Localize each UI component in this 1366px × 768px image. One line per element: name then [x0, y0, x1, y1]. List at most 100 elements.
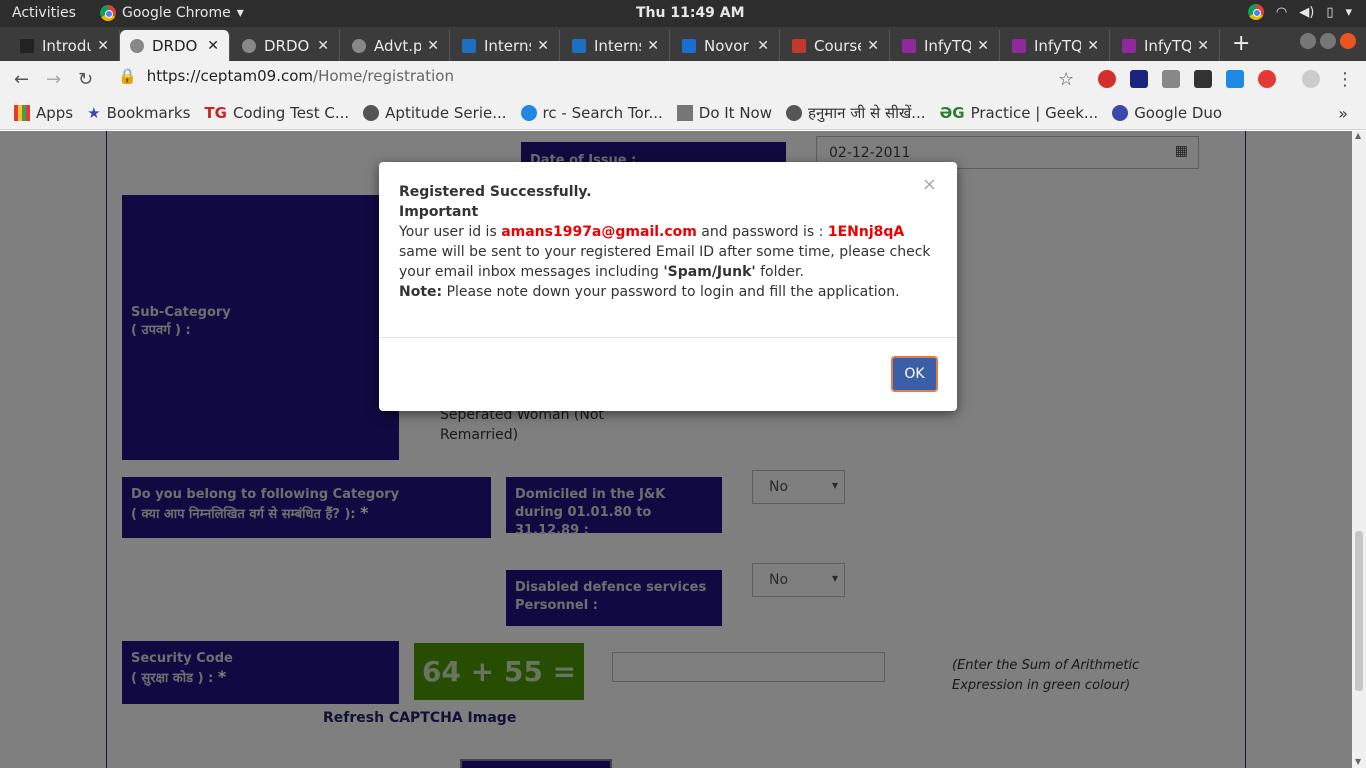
bookmark-bookmarks[interactable]: ★ Bookmarks [87, 104, 190, 122]
tab[interactable]: InfyTQ ✕ [1112, 30, 1220, 61]
infytq-icon [902, 38, 916, 53]
close-window-icon[interactable] [1340, 33, 1356, 49]
lock-icon: 🔒 [118, 67, 137, 85]
close-icon[interactable]: ✕ [97, 38, 109, 54]
tg-icon: TG [204, 104, 227, 122]
address-bar[interactable]: 🔒 https://ceptam09.com/Home/registration [118, 67, 454, 85]
wifi-icon: ◠ [1275, 4, 1288, 20]
chrome-icon [1247, 4, 1264, 20]
globe-icon [363, 105, 380, 121]
search-icon [520, 105, 537, 121]
bookmark-hanuman[interactable]: हनुमान जी से सीखें... [786, 103, 926, 123]
globe-icon [130, 38, 144, 53]
scroll-up-icon[interactable]: ▲ [1355, 131, 1361, 140]
window-controls [1300, 33, 1356, 49]
minimize-icon[interactable] [1300, 33, 1316, 49]
dialog-important: Important [399, 204, 479, 220]
globe-icon [352, 38, 366, 53]
forward-icon[interactable]: → [46, 69, 61, 90]
tab[interactable]: Course ✕ [782, 30, 890, 61]
close-icon[interactable]: ✕ [977, 38, 989, 54]
chevron-down-icon: ▾ [236, 5, 244, 21]
apps-grid-icon [14, 105, 30, 121]
tab-favicon-icon [20, 38, 34, 53]
navigation-bar: ← → ↻ 🔒 https://ceptam09.com/Home/registr… [0, 61, 1366, 97]
bookmark-folder[interactable]: Do It Now [676, 104, 772, 122]
credentials-line: Your user id is amans1997a@gmail.com and… [399, 224, 905, 240]
tab[interactable]: InfyTQ ✕ [1002, 30, 1110, 61]
tab[interactable]: InfyTQ ✕ [892, 30, 1000, 61]
dialog-footer-divider [379, 337, 957, 338]
notion-extension-icon[interactable] [1130, 70, 1148, 88]
battery-icon: ▯ [1326, 4, 1334, 20]
tab[interactable]: Advt.p ✕ [342, 30, 450, 61]
is-icon [462, 38, 476, 53]
maximize-icon[interactable] [1320, 33, 1336, 49]
globe-icon [786, 105, 803, 121]
infytq-icon [1122, 38, 1136, 53]
novo-icon [682, 38, 696, 53]
bookmark-coding-test[interactable]: TG Coding Test C... [204, 104, 349, 122]
app-name: Google Chrome [122, 5, 231, 21]
tab[interactable]: Interns ✕ [562, 30, 670, 61]
menu-icon[interactable]: ⋮ [1336, 69, 1354, 90]
tab[interactable]: Interns ✕ [452, 30, 560, 61]
star-icon[interactable]: ☆ [1058, 69, 1074, 90]
new-tab-button[interactable]: + [1232, 31, 1250, 56]
registration-success-dialog: × Registered Successfully. Important You… [379, 162, 957, 411]
close-icon[interactable]: ✕ [317, 38, 329, 54]
ok-button[interactable]: OK [891, 356, 938, 392]
tab-active[interactable]: DRDO ✕ [120, 30, 230, 61]
vertical-scrollbar[interactable]: ▲ ▼ [1352, 131, 1366, 768]
note-line: Note: Please note down your password to … [399, 284, 900, 300]
tab[interactable]: Introdu ✕ [10, 30, 120, 61]
dialog-body: Registered Successfully. Important Your … [379, 162, 957, 302]
chrome-icon [100, 5, 116, 21]
dialog-title: Registered Successfully. [399, 184, 592, 200]
close-icon[interactable]: ✕ [1087, 38, 1099, 54]
volume-icon: ◀) [1299, 4, 1315, 20]
gfg-icon: ƏG [939, 104, 965, 122]
tab[interactable]: Novor ✕ [672, 30, 780, 61]
user-id: amans1997a@gmail.com [501, 224, 697, 240]
clock[interactable]: Thu 11:49 AM [636, 5, 745, 21]
close-icon[interactable]: ✕ [207, 38, 219, 54]
extension-icon[interactable] [1194, 70, 1212, 88]
profile-avatar[interactable] [1302, 70, 1320, 88]
back-icon[interactable]: ← [14, 69, 29, 90]
bookmark-apps[interactable]: Apps [14, 104, 73, 122]
close-icon[interactable]: ✕ [867, 38, 879, 54]
system-tray[interactable]: ◠ ◀) ▯ ▾ [1247, 4, 1352, 20]
chevron-down-icon: ▾ [1345, 4, 1352, 20]
url-host: https://ceptam09.com [146, 67, 314, 85]
scroll-down-icon[interactable]: ▼ [1355, 757, 1361, 766]
bookmark-geeks[interactable]: ƏG Practice | Geek... [940, 104, 1099, 122]
tab[interactable]: DRDO ✕ [232, 30, 340, 61]
adblock-icon[interactable] [1098, 70, 1116, 88]
duo-icon [1112, 105, 1129, 121]
bookmark-google-duo[interactable]: Google Duo [1112, 104, 1222, 122]
activities-button[interactable]: Activities [12, 5, 76, 21]
close-icon[interactable]: ✕ [757, 38, 769, 54]
scrollbar-thumb[interactable] [1355, 531, 1363, 691]
email-notice: same will be sent to your registered Ema… [399, 244, 931, 280]
close-icon[interactable]: × [922, 174, 937, 195]
close-icon[interactable]: ✕ [647, 38, 659, 54]
close-icon[interactable]: ✕ [537, 38, 549, 54]
bookmark-aptitude[interactable]: Aptitude Serie... [363, 104, 507, 122]
app-menu[interactable]: Google Chrome ▾ [100, 5, 244, 21]
bookmarks-bar: Apps ★ Bookmarks TG Coding Test C... Aptit… [0, 97, 1366, 130]
extension-icon[interactable] [1162, 70, 1180, 88]
bookmark-rc-search[interactable]: rc - Search Tor... [520, 104, 663, 122]
more-bookmarks-icon[interactable]: » [1338, 104, 1348, 123]
folder-icon [676, 105, 693, 121]
course-icon [792, 38, 806, 53]
extension-icon[interactable] [1226, 70, 1244, 88]
infytq-icon [1012, 38, 1026, 53]
reload-icon[interactable]: ↻ [78, 69, 93, 90]
close-icon[interactable]: ✕ [427, 38, 439, 54]
tab-strip: Introdu ✕ DRDO ✕ DRDO ✕ Advt.p ✕ Interns ✕ In… [0, 27, 1366, 61]
close-icon[interactable]: ✕ [1197, 38, 1209, 54]
extension-icon[interactable] [1258, 70, 1276, 88]
globe-icon [242, 38, 256, 53]
